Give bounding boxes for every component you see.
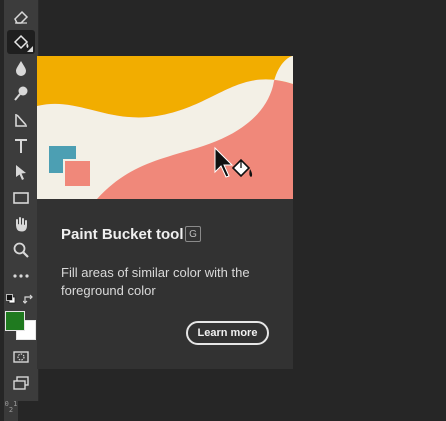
shortcut-key-badge: G	[185, 226, 201, 242]
zoom-tool[interactable]	[7, 238, 35, 262]
hand-tool[interactable]	[7, 212, 35, 236]
tooltip-illustration	[37, 56, 293, 199]
dodge-icon	[14, 86, 28, 101]
foreground-color-swatch[interactable]	[5, 311, 25, 331]
learn-more-button[interactable]: Learn more	[186, 321, 269, 345]
tool-tooltip-card: Paint Bucket tool G Fill areas of simila…	[37, 56, 293, 369]
eraser-tool[interactable]	[7, 4, 35, 28]
type-tool[interactable]	[7, 134, 35, 158]
quick-mask-button[interactable]	[7, 345, 35, 369]
path-selection-tool[interactable]	[7, 160, 35, 184]
color-swatches	[4, 290, 38, 344]
screen-mode-icon	[13, 376, 29, 390]
screen-mode-button[interactable]	[7, 371, 35, 395]
blur-tool[interactable]	[7, 56, 35, 80]
rectangle-icon	[13, 192, 29, 204]
magnifier-icon	[13, 242, 29, 258]
tooltip-title: Paint Bucket tool	[61, 226, 184, 243]
more-tools[interactable]	[7, 264, 35, 288]
pen-tool[interactable]	[7, 108, 35, 132]
ruler-fragment: 0 1 2	[4, 401, 18, 421]
default-colors-icon[interactable]	[6, 294, 16, 304]
ellipsis-icon	[13, 274, 29, 278]
drop-icon	[16, 61, 26, 76]
tools-panel	[4, 0, 39, 401]
hand-icon	[16, 217, 27, 232]
pen-icon	[15, 114, 27, 127]
tooltip-description: Fill areas of similar color with the for…	[61, 265, 250, 298]
arrow-icon	[16, 165, 26, 180]
rectangle-tool[interactable]	[7, 186, 35, 210]
dodge-tool[interactable]	[7, 82, 35, 106]
paint-bucket-tool[interactable]	[7, 30, 35, 54]
swap-colors-icon[interactable]	[23, 294, 34, 305]
type-icon	[15, 139, 27, 153]
quick-mask-icon	[13, 351, 29, 363]
paint-bucket-icon	[13, 34, 29, 50]
eraser-icon	[14, 10, 29, 24]
